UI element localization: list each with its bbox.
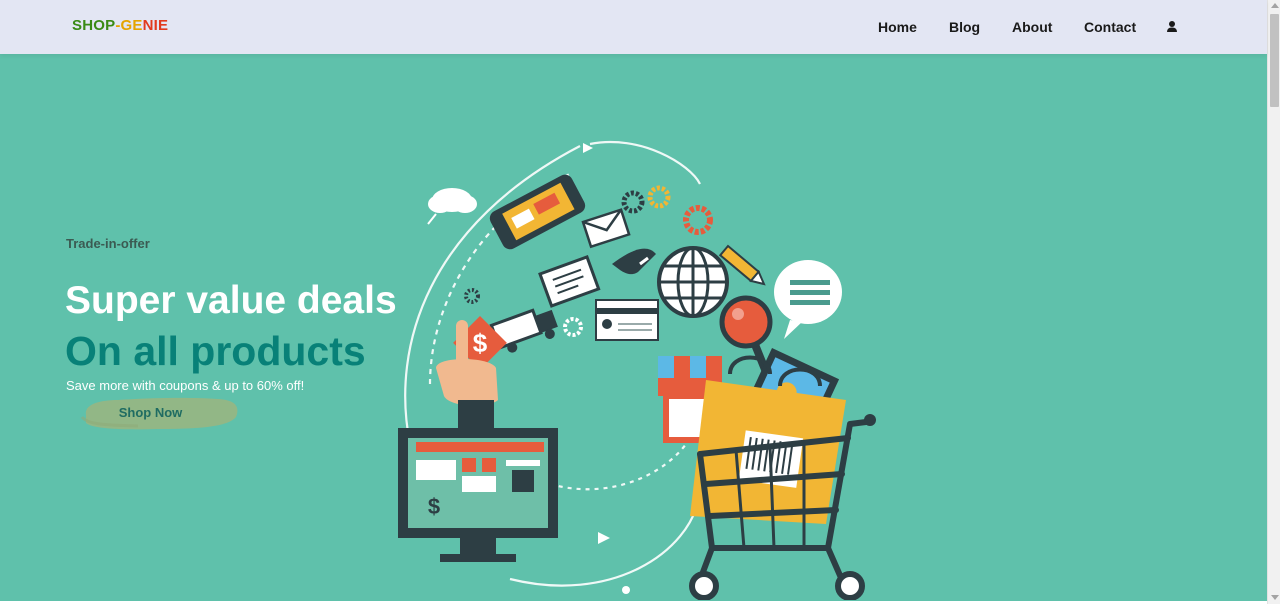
globe-icon: [657, 246, 729, 318]
nav-menu: Home Blog About Contact: [0, 19, 1267, 37]
monitor-icon: $: [398, 428, 558, 562]
online-shopping-illustration: $ $: [398, 141, 876, 600]
cloud-icon: [427, 188, 477, 225]
scroll-up-arrow-icon[interactable]: [1271, 3, 1279, 8]
scroll-down-arrow-icon[interactable]: [1271, 595, 1279, 600]
svg-text:$: $: [473, 328, 488, 358]
hero-title-line-1: Super value deals: [65, 279, 397, 322]
shop-now-button[interactable]: Shop Now: [78, 395, 244, 433]
nav-about-link[interactable]: About: [1012, 19, 1052, 35]
scrollbar-thumb[interactable]: [1270, 14, 1279, 107]
svg-text:$: $: [428, 494, 440, 519]
hero-section: Trade-in-offer Super value deals On all …: [0, 54, 1267, 601]
shop-now-label: Shop Now: [118, 405, 183, 420]
nav-blog-link[interactable]: Blog: [949, 19, 980, 35]
nav-home-link[interactable]: Home: [878, 19, 917, 35]
user-icon[interactable]: [1166, 20, 1178, 34]
hero-subtitle: Save more with coupons & up to 60% off!: [66, 378, 305, 393]
hero-offer-label: Trade-in-offer: [66, 236, 150, 251]
vertical-scrollbar[interactable]: [1267, 0, 1280, 604]
hero-title-line-2: On all products: [65, 328, 366, 374]
top-navbar: SHOP-GENIE Home Blog About Contact: [0, 0, 1267, 54]
nav-contact-link[interactable]: Contact: [1084, 19, 1136, 35]
chat-bubble-icon: [774, 260, 842, 339]
